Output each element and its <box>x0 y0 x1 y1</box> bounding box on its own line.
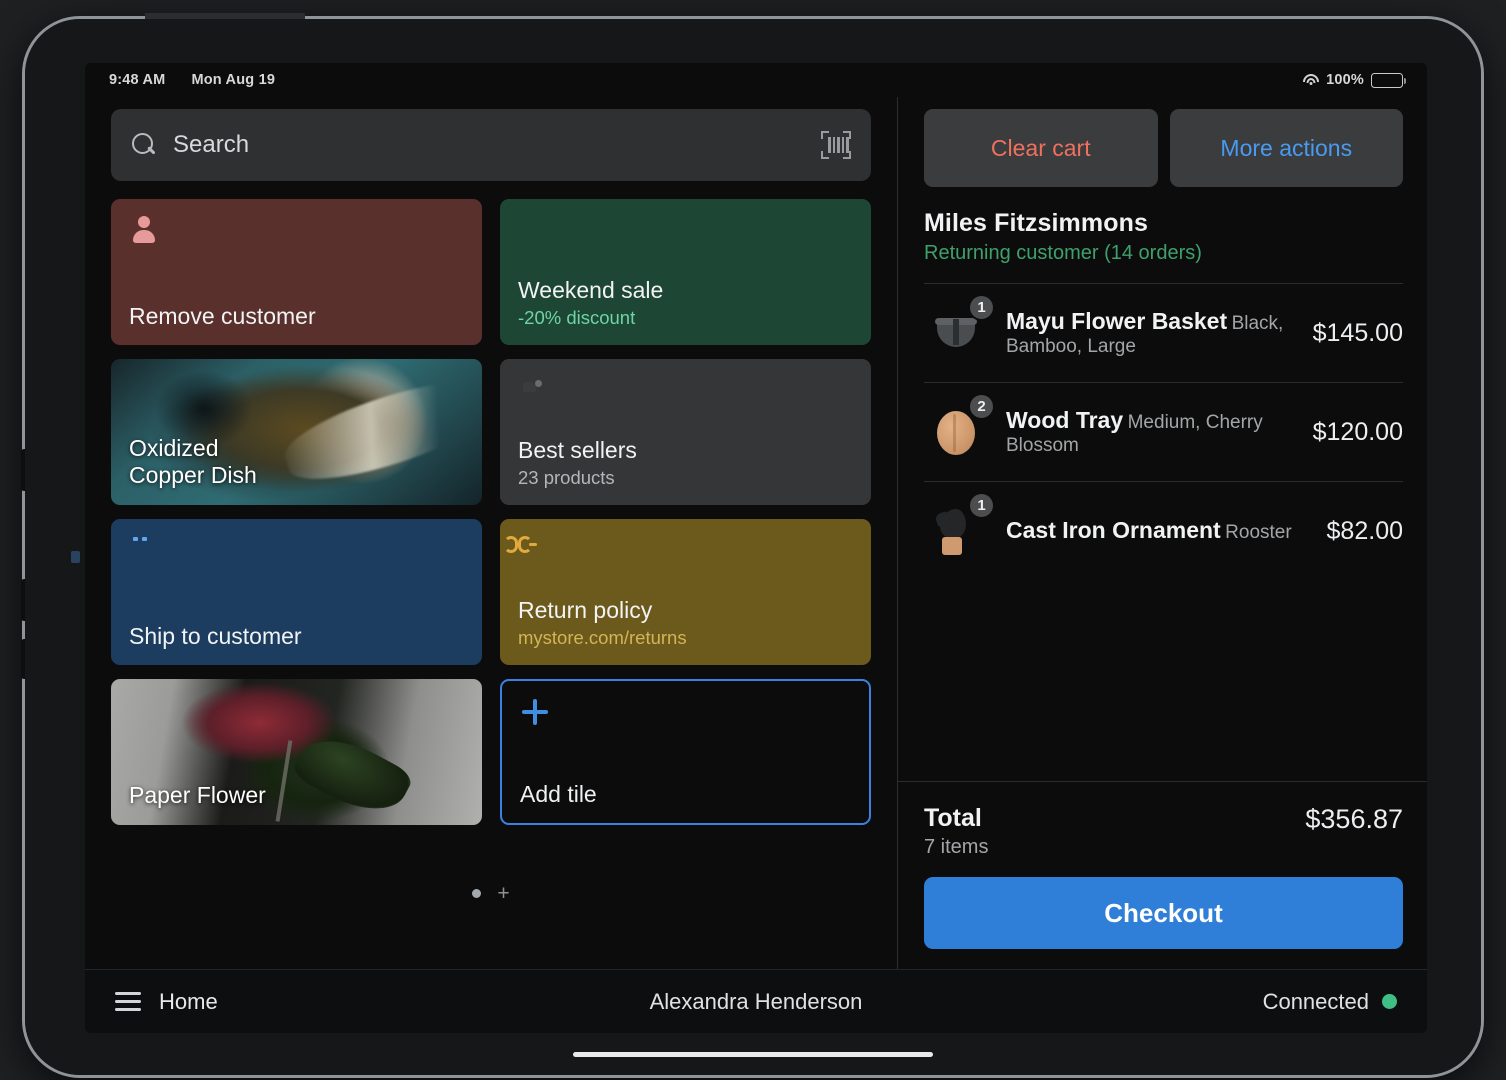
tile-subtitle: -20% discount <box>518 306 636 328</box>
status-right-group: 100% <box>1302 72 1406 88</box>
item-thumb-wrap: 2 <box>924 393 995 464</box>
item-title: Wood Tray <box>1006 406 1124 433</box>
tile-text: Weekend sale -20% discount <box>518 277 853 329</box>
tile-title-line2: Copper Dish <box>129 461 257 488</box>
item-title: Cast Iron Ornament <box>1006 517 1221 544</box>
tile-remove-customer[interactable]: Remove customer <box>111 199 482 345</box>
item-price: $145.00 <box>1312 318 1403 347</box>
staff-name: Alexandra Henderson <box>649 988 863 1014</box>
discount-badge-icon: % <box>511 206 525 224</box>
total-item-count: 7 items <box>924 836 989 858</box>
screenshot-stage: 9:48 AM Mon Aug 19 100% Search Remove cu… <box>0 0 1506 1080</box>
item-thumb-wrap: 1 <box>924 492 995 563</box>
product-collection-icon <box>518 375 548 405</box>
search-bar[interactable]: Search <box>111 109 871 181</box>
item-title: Mayu Flower Basket <box>1006 307 1228 334</box>
cart-actions: Clear cart More actions <box>898 97 1427 187</box>
customer-status: Returning customer (14 orders) <box>924 242 1202 264</box>
tile-grid: Remove customer % Weekend sale -20% disc… <box>111 199 871 825</box>
item-variant: Rooster <box>1225 522 1292 544</box>
main-content: Search Remove customer % Weekend sale -2… <box>85 97 1427 969</box>
tile-title: Ship to customer <box>129 622 302 649</box>
checkout-button[interactable]: Checkout <box>924 877 1403 949</box>
item-info: Cast Iron Ornament Rooster <box>1006 517 1309 545</box>
customer-name: Miles Fitzsimmons <box>924 209 1148 237</box>
battery-percent-label: 100% <box>1326 72 1364 88</box>
connection-status-dot <box>1382 994 1397 1009</box>
cart-item-list: 1 Mayu Flower Basket Black, Bamboo, Larg… <box>898 283 1427 781</box>
total-text-group: Total 7 items <box>924 804 988 859</box>
customer-block[interactable]: Miles Fitzsimmons Returning customer (14… <box>898 187 1427 283</box>
bottom-bar: Home Alexandra Henderson Connected <box>85 969 1427 1033</box>
clear-cart-button[interactable]: Clear cart <box>924 109 1158 187</box>
link-icon <box>504 535 548 565</box>
add-page-icon[interactable]: + <box>497 883 509 904</box>
tile-text: Ship to customer <box>129 623 464 649</box>
tile-ship-to-customer[interactable]: Ship to customer <box>111 519 482 665</box>
page-dot-1[interactable] <box>472 888 482 898</box>
cart-item[interactable]: 1 Mayu Flower Basket Black, Bamboo, Larg… <box>924 283 1403 382</box>
tile-subtitle: 23 products <box>518 466 615 488</box>
tile-title: Add tile <box>520 780 597 807</box>
tile-subtitle: mystore.com/returns <box>518 626 687 648</box>
quantity-badge: 2 <box>968 393 995 420</box>
tile-text: Remove customer <box>129 303 464 329</box>
tile-title: Return policy <box>518 597 653 624</box>
tile-oxidized-copper-dish[interactable]: Oxidized Copper Dish <box>111 359 482 505</box>
item-price: $120.00 <box>1312 417 1403 446</box>
search-icon <box>131 132 157 158</box>
status-time: 9:48 AM <box>109 72 166 88</box>
cart-footer: Total 7 items $356.87 Checkout <box>898 781 1427 969</box>
home-button[interactable]: Home <box>115 989 218 1015</box>
battery-icon <box>1371 72 1406 88</box>
home-indicator[interactable] <box>573 1052 933 1057</box>
tile-return-policy[interactable]: Return policy mystore.com/returns <box>500 519 871 665</box>
tile-text: Best sellers 23 products <box>518 437 853 489</box>
cart-item[interactable]: 1 Cast Iron Ornament Rooster $82.00 <box>924 481 1403 580</box>
home-label: Home <box>159 988 218 1014</box>
tile-text: Add tile <box>520 781 851 807</box>
connection-status[interactable]: Connected <box>1263 989 1397 1015</box>
shipping-box-icon <box>129 535 159 565</box>
item-info: Mayu Flower Basket Black, Bamboo, Large <box>1006 308 1295 359</box>
quantity-badge: 1 <box>968 492 995 519</box>
wifi-icon <box>1302 73 1319 87</box>
tile-text: Return policy mystore.com/returns <box>518 597 853 649</box>
tile-title: Remove customer <box>129 302 316 329</box>
item-info: Wood Tray Medium, Cherry Blossom <box>1006 407 1295 458</box>
device-inner-body: 9:48 AM Mon Aug 19 100% Search Remove cu… <box>25 19 1481 1075</box>
item-price: $82.00 <box>1326 516 1403 545</box>
total-row: Total 7 items $356.87 <box>924 804 1403 859</box>
total-label: Total <box>924 804 982 832</box>
tile-paper-flower[interactable]: Paper Flower <box>111 679 482 825</box>
tile-best-sellers[interactable]: Best sellers 23 products <box>500 359 871 505</box>
tile-title: Paper Flower <box>129 781 266 808</box>
tile-title: Oxidized Copper Dish <box>111 435 482 505</box>
quantity-badge: 1 <box>968 294 995 321</box>
tablet-screen: 9:48 AM Mon Aug 19 100% Search Remove cu… <box>85 63 1427 1033</box>
tile-title: Weekend sale <box>518 277 664 304</box>
cart-item[interactable]: 2 Wood Tray Medium, Cherry Blossom $120.… <box>924 382 1403 481</box>
status-date: Mon Aug 19 <box>191 72 276 88</box>
search-input[interactable]: Search <box>173 131 821 159</box>
tile-title: Best sellers <box>518 437 637 464</box>
plus-icon <box>520 697 550 727</box>
cart-pane: Clear cart More actions Miles Fitzsimmon… <box>898 97 1427 969</box>
tile-title-line1: Oxidized <box>129 434 219 461</box>
more-actions-button[interactable]: More actions <box>1169 109 1403 187</box>
connection-label: Connected <box>1262 988 1369 1014</box>
tile-add-tile[interactable]: Add tile <box>500 679 871 825</box>
person-icon <box>129 215 159 245</box>
device-indicator-dot <box>71 551 80 563</box>
barcode-scanner-icon[interactable] <box>821 131 851 159</box>
tile-weekend-sale[interactable]: % Weekend sale -20% discount <box>500 199 871 345</box>
smart-grid-pane: Search Remove customer % Weekend sale -2… <box>85 97 897 969</box>
page-indicator: + <box>111 825 871 969</box>
hamburger-menu-icon[interactable] <box>115 992 141 1011</box>
item-thumb-wrap: 1 <box>924 294 995 365</box>
total-amount: $356.87 <box>1305 804 1403 834</box>
tablet-device-frame: 9:48 AM Mon Aug 19 100% Search Remove cu… <box>21 13 1484 1078</box>
status-bar: 9:48 AM Mon Aug 19 100% <box>85 63 1427 97</box>
